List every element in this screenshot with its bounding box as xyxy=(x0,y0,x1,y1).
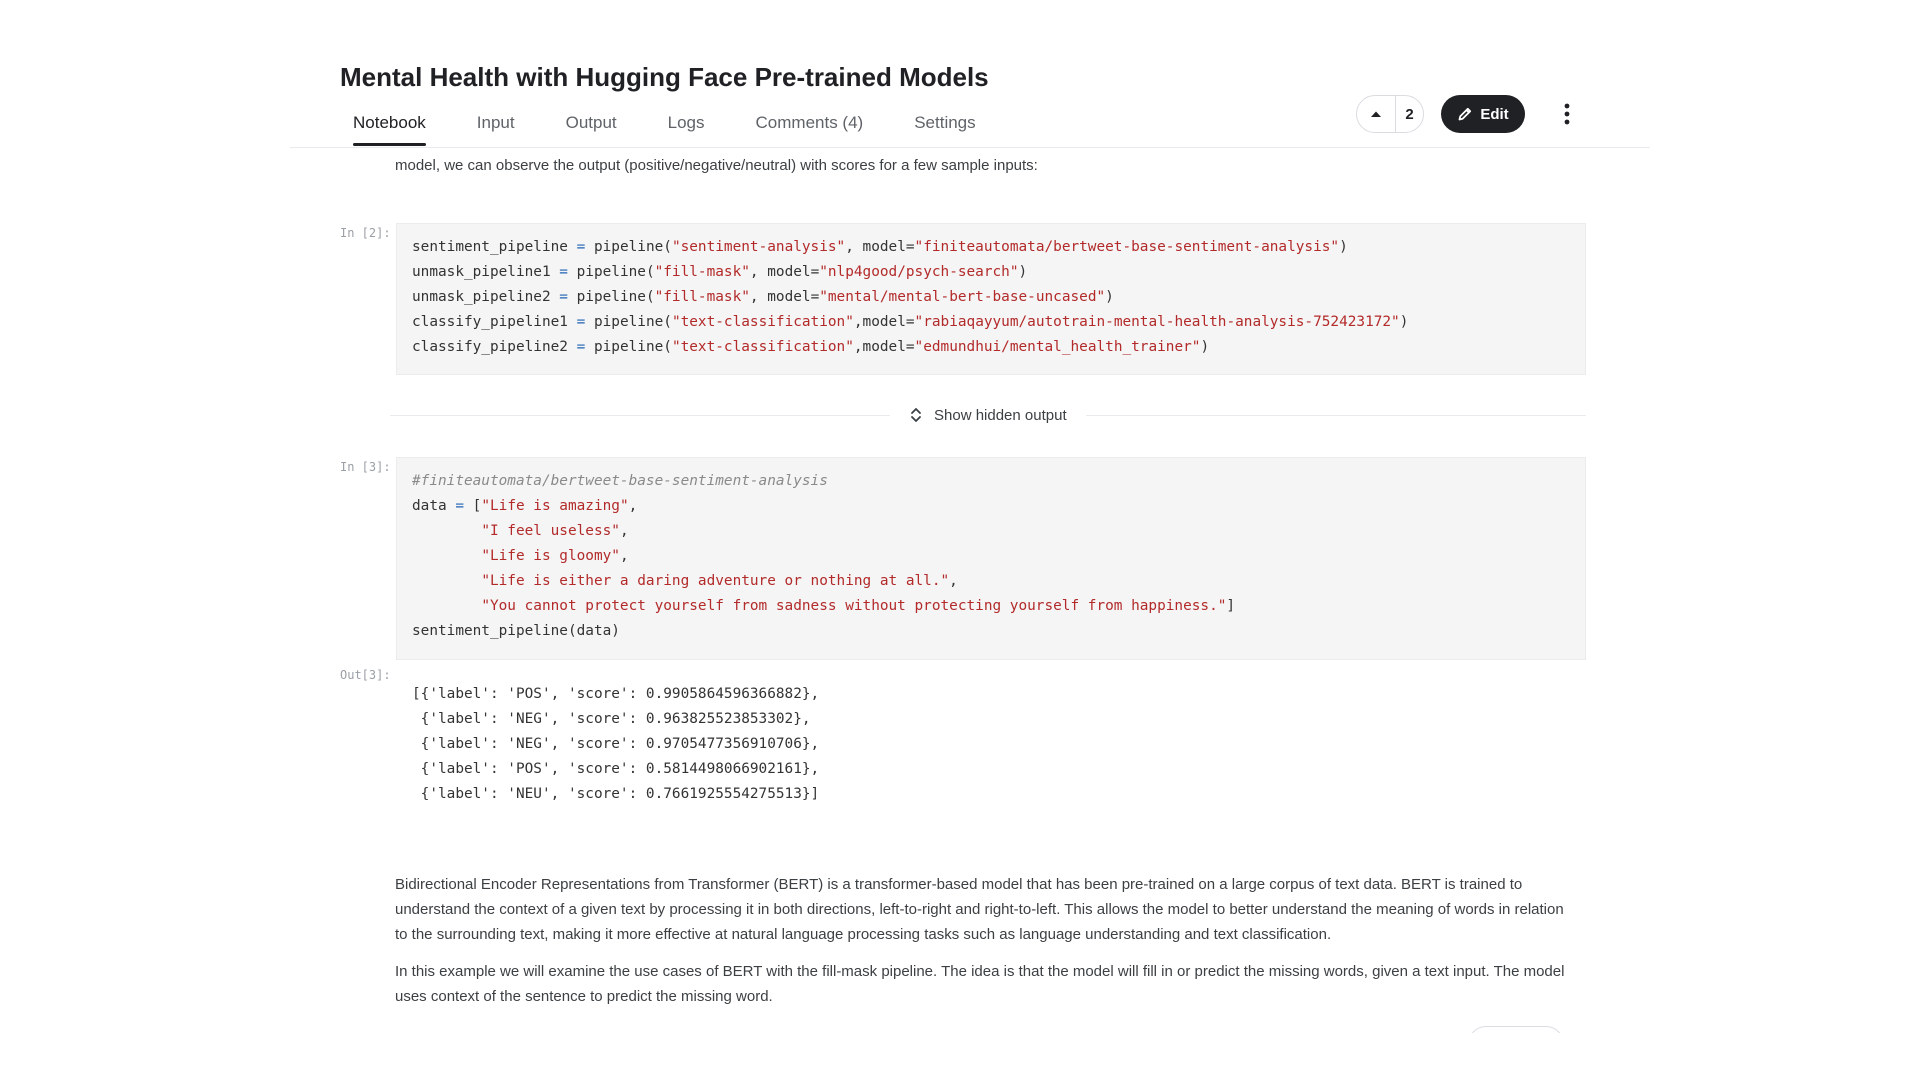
divider-line xyxy=(1086,415,1586,416)
bert-paragraph-1: Bidirectional Encoder Representations fr… xyxy=(395,876,1564,943)
code-block-3: #finiteautomata/bertweet-base-sentiment-… xyxy=(412,469,1570,644)
show-hidden-output-label: Show hidden output xyxy=(934,406,1067,424)
code-line: "Life is either a daring adventure or no… xyxy=(481,573,958,589)
code-line: sentiment_pipeline(data) xyxy=(412,623,620,639)
code-cell-2[interactable]: sentiment_pipeline = pipeline("sentiment… xyxy=(396,223,1586,375)
output-line: {'label': 'NEG', 'score': 0.970547735691… xyxy=(412,736,820,752)
pencil-icon xyxy=(1458,107,1472,121)
code-line: classify_pipeline1 = pipeline("text-clas… xyxy=(412,314,1409,330)
code-line: classify_pipeline2 = pipeline("text-clas… xyxy=(412,339,1210,355)
code-line: "I feel useless", xyxy=(481,523,629,539)
tab-bar: Notebook Input Output Logs Comments (4) … xyxy=(340,110,1014,148)
upvote-button[interactable] xyxy=(1357,96,1396,132)
code-line: "Life is gloomy", xyxy=(481,548,629,564)
show-hidden-output-button[interactable]: Show hidden output xyxy=(910,403,1067,427)
code-cell-3[interactable]: #finiteautomata/bertweet-base-sentiment-… xyxy=(396,457,1586,660)
more-vertical-icon xyxy=(1564,103,1570,125)
tab-logs[interactable]: Logs xyxy=(655,110,718,145)
output-line: {'label': 'NEU', 'score': 0.766192555427… xyxy=(412,786,820,802)
tab-output[interactable]: Output xyxy=(553,110,630,145)
code-line: sentiment_pipeline = pipeline("sentiment… xyxy=(412,239,1348,255)
upvote-icon xyxy=(1371,111,1381,117)
cell-prompt-in3: In [3]: xyxy=(340,460,391,474)
bert-paragraph-2: In this example we will examine the use … xyxy=(395,963,1565,1005)
hidden-output-toggle: Show hidden output xyxy=(390,403,1586,427)
divider-line xyxy=(390,415,890,416)
intro-text: model, we can observe the output (positi… xyxy=(395,157,1038,174)
code-line: data = ["Life is amazing", xyxy=(412,498,638,514)
code-comment: #finiteautomata/bertweet-base-sentiment-… xyxy=(412,473,828,489)
edit-button[interactable]: Edit xyxy=(1441,95,1525,133)
tab-notebook[interactable]: Notebook xyxy=(340,110,439,146)
cell-prompt-out3: Out[3]: xyxy=(340,668,391,682)
notebook-header: Mental Health with Hugging Face Pre-trai… xyxy=(0,0,1920,148)
notebook-title: Mental Health with Hugging Face Pre-trai… xyxy=(340,62,989,92)
code-block-2: sentiment_pipeline = pipeline("sentiment… xyxy=(412,235,1570,360)
code-line: unmask_pipeline1 = pipeline("fill-mask",… xyxy=(412,264,1028,280)
code-line: "You cannot protect yourself from sadnes… xyxy=(481,598,1236,614)
vote-count: 2 xyxy=(1405,105,1414,123)
header-divider xyxy=(290,147,1650,148)
vote-group: 2 xyxy=(1356,95,1424,133)
tab-input[interactable]: Input xyxy=(464,110,528,145)
more-options-button[interactable] xyxy=(1552,99,1582,129)
markdown-cell-bert: Bidirectional Encoder Representations fr… xyxy=(395,872,1575,1009)
output-line: [{'label': 'POS', 'score': 0.99058645963… xyxy=(412,686,820,702)
edit-label: Edit xyxy=(1480,105,1509,123)
viewport-bottom-mask xyxy=(0,1033,1920,1080)
expand-icon xyxy=(911,408,921,422)
code-line: unmask_pipeline2 = pipeline("fill-mask",… xyxy=(412,289,1114,305)
output-line: {'label': 'NEG', 'score': 0.963825523853… xyxy=(412,711,811,727)
markdown-cell-intro: model, we can observe the output (positi… xyxy=(395,153,1575,178)
cell-prompt-in2: In [2]: xyxy=(340,226,391,240)
tab-settings[interactable]: Settings xyxy=(901,110,988,145)
output-line: {'label': 'POS', 'score': 0.581449806690… xyxy=(412,761,820,777)
tab-comments[interactable]: Comments (4) xyxy=(743,110,877,145)
cell-output-3: [{'label': 'POS', 'score': 0.99058645963… xyxy=(412,682,819,807)
